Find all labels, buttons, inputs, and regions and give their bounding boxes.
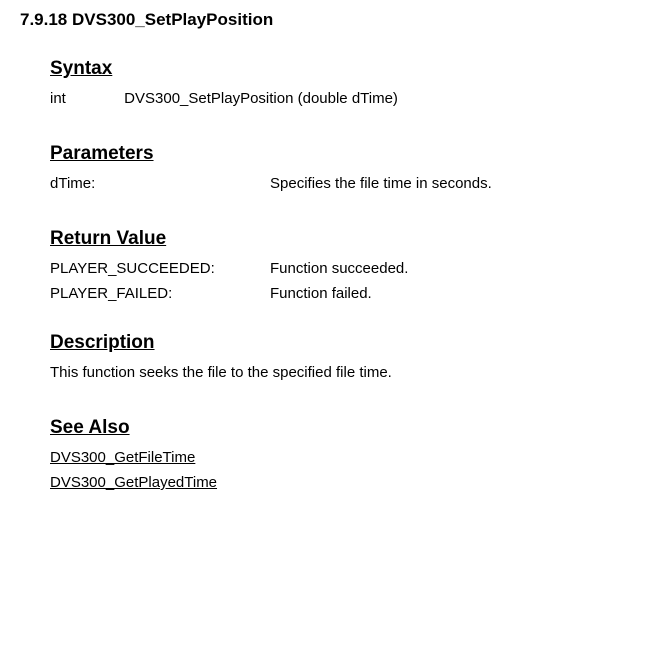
- content-body: Syntax int DVS300_SetPlayPosition (doubl…: [50, 58, 627, 491]
- syntax-heading: Syntax: [50, 58, 627, 80]
- parameter-row: dTime: Specifies the file time in second…: [50, 175, 627, 192]
- parameter-name: dTime:: [50, 175, 270, 192]
- return-value-block: PLAYER_SUCCEEDED: Function succeeded. PL…: [50, 260, 627, 302]
- see-also-heading: See Also: [50, 417, 627, 439]
- syntax-return-type: int: [50, 90, 120, 107]
- return-label: PLAYER_SUCCEEDED:: [50, 260, 270, 277]
- parameters-heading: Parameters: [50, 143, 627, 165]
- syntax-line: int DVS300_SetPlayPosition (double dTime…: [50, 90, 627, 107]
- syntax-signature: DVS300_SetPlayPosition (double dTime): [124, 90, 398, 107]
- description-heading: Description: [50, 332, 627, 354]
- description-text: This function seeks the file to the spec…: [50, 364, 627, 381]
- section-title: 7.9.18 DVS300_SetPlayPosition: [20, 10, 627, 30]
- parameter-description: Specifies the file time in seconds.: [270, 175, 492, 192]
- return-label: PLAYER_FAILED:: [50, 285, 270, 302]
- return-description: Function succeeded.: [270, 260, 408, 277]
- see-also-link[interactable]: DVS300_GetPlayedTime: [50, 474, 627, 491]
- return-value-heading: Return Value: [50, 228, 627, 250]
- return-row: PLAYER_SUCCEEDED: Function succeeded.: [50, 260, 627, 277]
- return-description: Function failed.: [270, 285, 372, 302]
- see-also-link[interactable]: DVS300_GetFileTime: [50, 449, 627, 466]
- return-row: PLAYER_FAILED: Function failed.: [50, 285, 627, 302]
